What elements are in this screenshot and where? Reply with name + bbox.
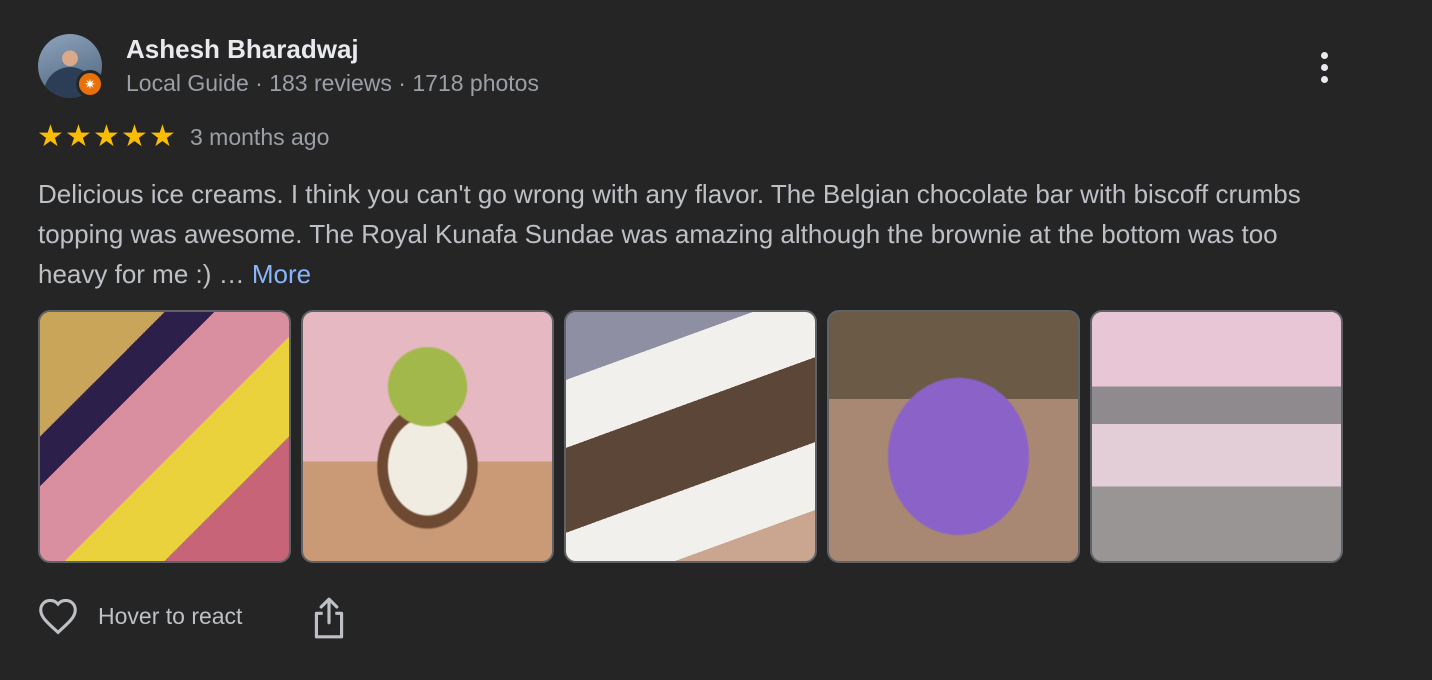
reviewer-avatar[interactable]: ✷ xyxy=(38,34,104,98)
reviewer-meta: Local Guide · 183 reviews · 1718 photos xyxy=(126,70,539,96)
star-rating: ★ ★ ★ ★ ★ xyxy=(36,118,176,154)
review-card: ✷ Ashesh Bharadwaj Local Guide · 183 rev… xyxy=(0,0,1432,680)
shop-counter-photo[interactable] xyxy=(1090,310,1343,563)
share-icon[interactable] xyxy=(310,596,348,640)
hover-to-react-label[interactable]: Hover to react xyxy=(98,603,242,630)
more-vert-icon[interactable] xyxy=(1306,44,1342,90)
reviewer-name[interactable]: Ashesh Bharadwaj xyxy=(126,34,359,65)
heart-outline-icon[interactable] xyxy=(36,594,80,638)
more-link[interactable]: More xyxy=(252,259,311,289)
star-icon: ★ xyxy=(37,119,64,153)
review-date: 3 months ago xyxy=(190,124,330,150)
purple-ice-cream-photo[interactable] xyxy=(827,310,1080,563)
local-guide-star-icon: ✷ xyxy=(76,70,104,98)
review-actions: Hover to react xyxy=(36,594,242,638)
biscoff-bar-photo[interactable] xyxy=(564,310,817,563)
photo-strip xyxy=(38,310,1343,563)
kunafa-sundae-photo[interactable] xyxy=(301,310,554,563)
review-text-block: Delicious ice creams. I think you can't … xyxy=(38,174,1338,294)
star-icon: ★ xyxy=(93,119,120,153)
review-text: Delicious ice creams. I think you can't … xyxy=(38,179,1301,289)
star-icon: ★ xyxy=(121,119,148,153)
star-icon: ★ xyxy=(149,119,176,153)
ice-cream-bar-photo[interactable] xyxy=(38,310,291,563)
star-icon: ★ xyxy=(65,119,92,153)
